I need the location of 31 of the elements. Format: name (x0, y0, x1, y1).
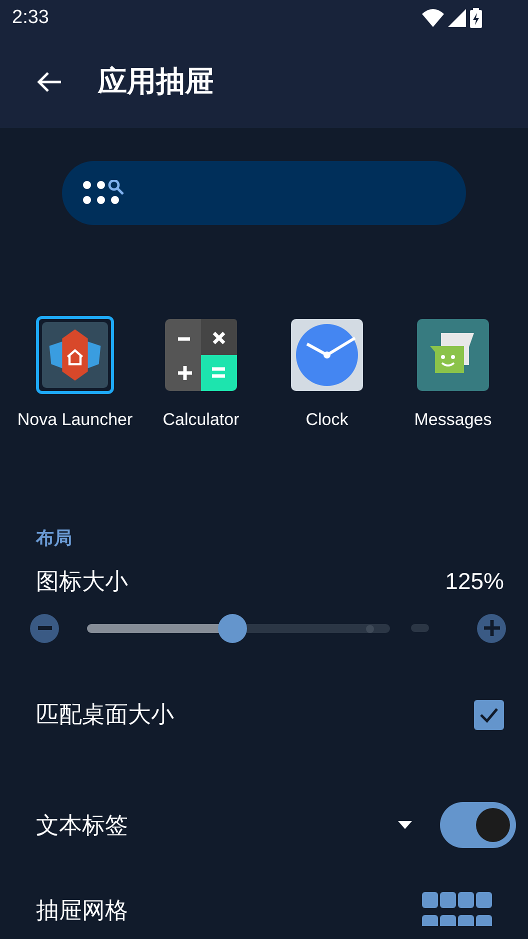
slider-tick-mark (366, 624, 374, 632)
setting-label: 抽屉网格 (36, 896, 128, 925)
slider-marker (411, 624, 429, 632)
signal-icon (448, 9, 466, 27)
back-arrow-icon[interactable] (36, 71, 62, 93)
status-time: 2:33 (12, 7, 49, 29)
toggle-switch[interactable] (440, 802, 516, 848)
plus-icon (484, 620, 500, 636)
grid-icon[interactable] (422, 892, 494, 926)
setting-label: 图标大小 (36, 567, 128, 596)
decrease-button[interactable] (30, 614, 59, 642)
chat-bubble-icon[interactable] (414, 316, 492, 394)
clock-icon[interactable] (288, 316, 366, 394)
app-label: Messages (414, 410, 492, 430)
wifi-icon (422, 9, 444, 27)
battery-icon (470, 8, 482, 28)
section-header: 布局 (36, 527, 73, 550)
setting-label: 文本标签 (36, 810, 128, 840)
app-label: Calculator (162, 410, 240, 430)
setting-label: 匹配桌面大小 (36, 700, 174, 729)
app-label: Nova Launcher (17, 410, 133, 430)
calculator-icon[interactable] (162, 316, 240, 394)
increase-button[interactable] (477, 614, 506, 642)
app-label: Clock (306, 410, 348, 430)
setting-value: 125% (445, 568, 504, 595)
minus-icon (38, 626, 52, 630)
checkbox[interactable] (474, 700, 504, 730)
checkmark-icon (479, 706, 499, 722)
slider-thumb[interactable] (218, 614, 248, 642)
screen-title: 应用抽屉 (98, 64, 214, 100)
dropdown-caret-icon[interactable] (398, 821, 412, 829)
